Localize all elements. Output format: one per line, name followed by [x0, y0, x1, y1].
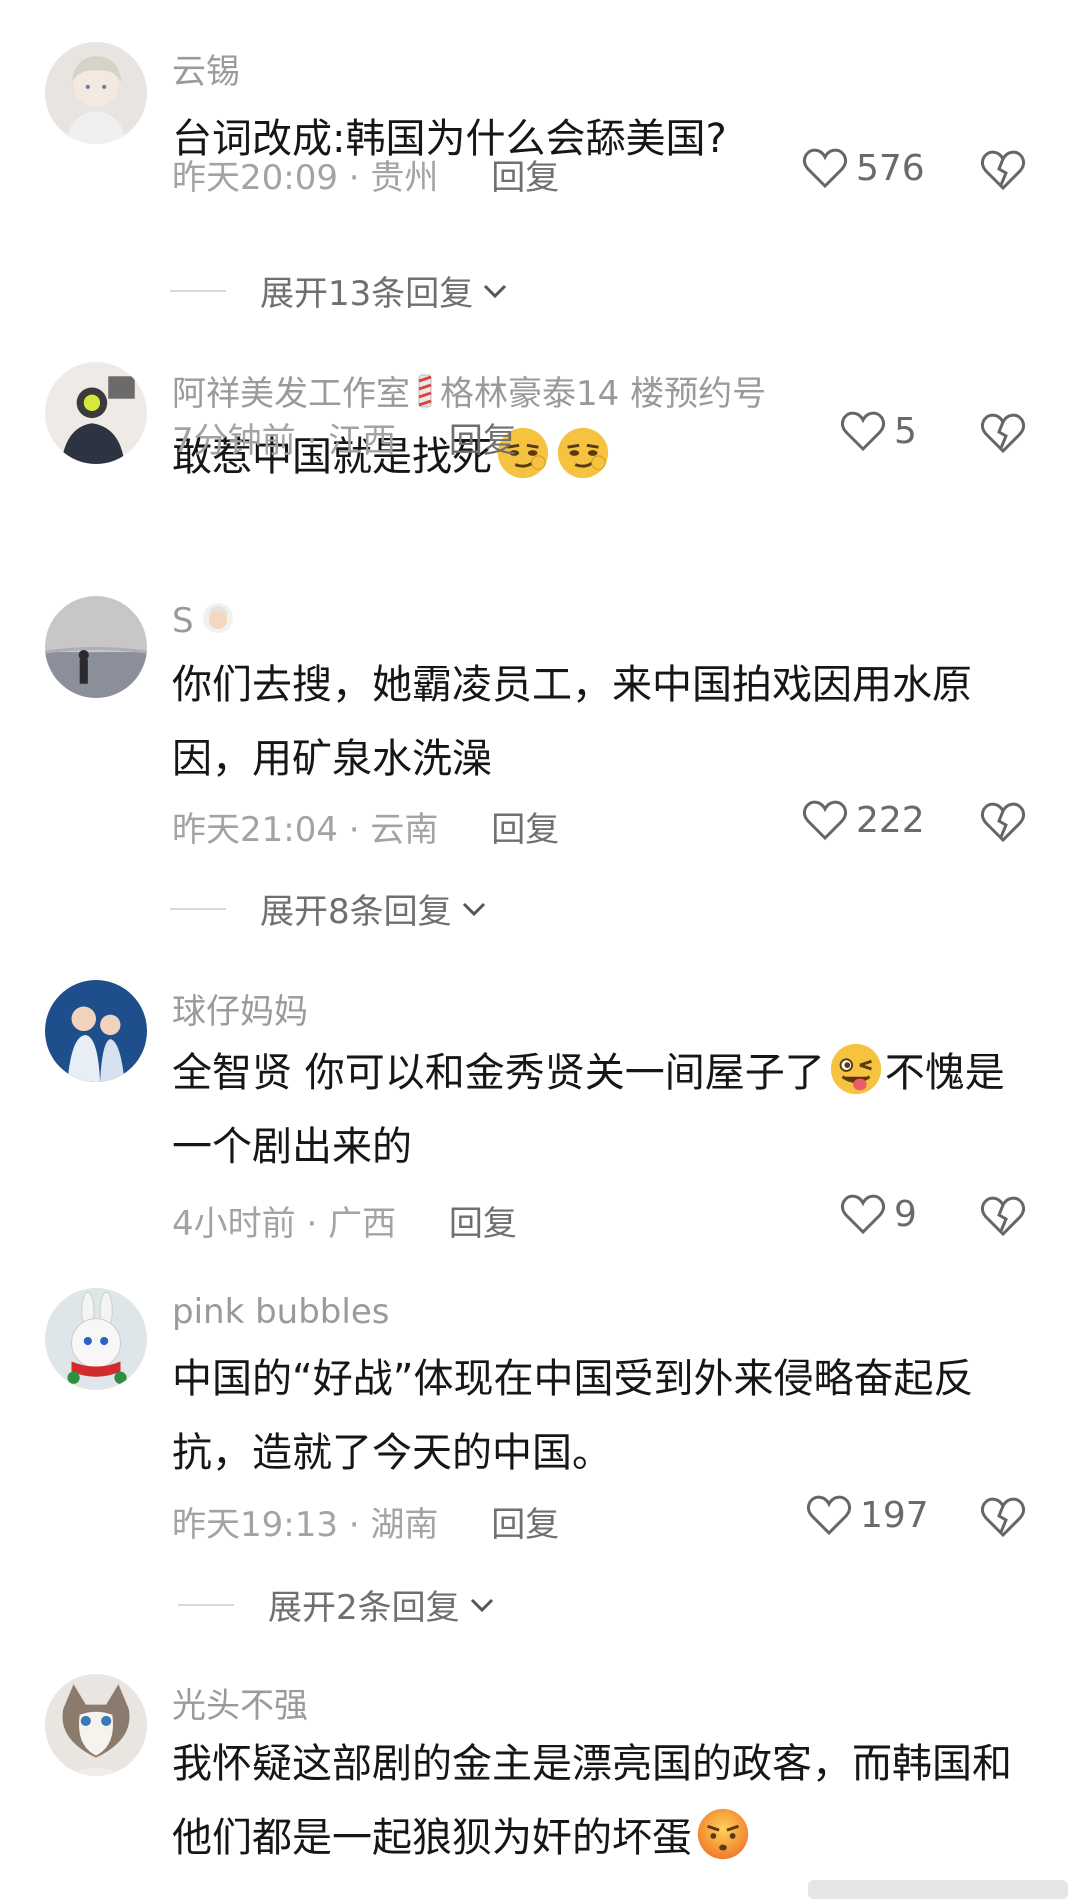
comment-text: 全智贤 你可以和金秀贤关一间屋子了 不愧是一个剧出来的 [172, 1036, 1032, 1184]
reply-button[interactable]: 回复 [491, 1505, 559, 1545]
watermark-overlay [808, 1880, 1068, 1899]
timestamp: 昨天21:04 [172, 810, 338, 850]
heart-icon [840, 1194, 886, 1235]
heart-icon [802, 800, 848, 841]
location: 贵州 [370, 158, 439, 198]
comment-meta: 7分钟前 · 江西 回复 [172, 413, 517, 462]
barber-pole-icon [416, 373, 434, 418]
comment-text: 中国的“好战”体现在中国受到外来侵略奋起反抗，造就了今天的中国。 [172, 1356, 974, 1476]
divider [170, 907, 226, 910]
chevron-down-icon [484, 284, 507, 298]
separator: · [348, 1505, 360, 1545]
expand-label: 展开13条回复 [260, 274, 474, 314]
like-count: 9 [894, 1193, 917, 1235]
like-button[interactable]: 9 [840, 1193, 917, 1235]
divider [178, 1603, 234, 1606]
avatar[interactable] [45, 1288, 147, 1390]
elder-woman-emoji-icon [200, 600, 236, 645]
comment-meta: 昨天21:04 · 云南 回复 [172, 802, 559, 851]
timestamp: 4小时前 [172, 1204, 296, 1244]
like-button[interactable]: 576 [802, 147, 925, 189]
comment-text: 你们去搜，她霸凌员工，来中国拍戏因用水原因，用矿泉水洗澡 [172, 662, 972, 782]
expand-label: 展开8条回复 [260, 892, 452, 932]
username[interactable]: 球仔妈妈 [172, 984, 308, 1033]
expand-label: 展开2条回复 [268, 1588, 460, 1628]
unamused-emoji-icon [697, 1808, 749, 1860]
comment-meta: 昨天20:09 · 贵州 回复 [172, 150, 559, 199]
avatar[interactable] [45, 980, 147, 1082]
like-button[interactable]: 222 [802, 799, 925, 841]
like-count: 222 [856, 799, 925, 841]
reply-button[interactable]: 回复 [449, 421, 517, 461]
avatar[interactable] [45, 362, 147, 464]
broken-heart-icon[interactable] [980, 1496, 1026, 1538]
timestamp: 昨天19:13 [172, 1505, 338, 1545]
like-button[interactable]: 197 [806, 1494, 929, 1536]
avatar[interactable] [45, 1674, 147, 1776]
like-count: 197 [860, 1494, 929, 1536]
separator: · [348, 158, 360, 198]
smirk-emoji-icon [557, 427, 609, 479]
username[interactable]: 光头不强 [172, 1678, 308, 1727]
divider [170, 289, 226, 292]
timestamp: 昨天20:09 [172, 158, 338, 198]
broken-heart-icon[interactable] [980, 149, 1026, 191]
username[interactable]: S [172, 600, 242, 645]
like-count: 5 [894, 410, 917, 452]
timestamp: 7分钟前 [172, 421, 296, 461]
like-button[interactable]: 5 [840, 410, 917, 452]
broken-heart-icon[interactable] [980, 412, 1026, 454]
expand-replies-button[interactable]: 展开2条回复 [178, 1580, 496, 1629]
separator: · [306, 1204, 318, 1244]
reply-button[interactable]: 回复 [449, 1204, 517, 1244]
expand-replies-button[interactable]: 展开8条回复 [170, 884, 488, 933]
broken-heart-icon[interactable] [980, 1195, 1026, 1237]
location: 广西 [328, 1204, 397, 1244]
username[interactable]: pink bubbles [172, 1292, 389, 1332]
heart-icon [802, 148, 848, 189]
comment-text: 我怀疑这部剧的金主是漂亮国的政客，而韩国和他们都是一起狼狈为奸的坏蛋 [172, 1741, 1012, 1861]
broken-heart-icon[interactable] [980, 801, 1026, 843]
heart-icon [840, 411, 886, 452]
location: 云南 [370, 810, 439, 850]
expand-replies-button[interactable]: 展开13条回复 [170, 266, 509, 315]
comment-meta: 4小时前 · 广西 回复 [172, 1196, 517, 1245]
reply-button[interactable]: 回复 [491, 810, 559, 850]
heart-icon [806, 1495, 852, 1536]
chevron-down-icon [470, 1598, 493, 1612]
location: 湖南 [370, 1505, 439, 1545]
avatar[interactable] [45, 596, 147, 698]
separator: · [306, 421, 318, 461]
avatar[interactable] [45, 42, 147, 144]
wink-tongue-emoji-icon [830, 1043, 881, 1095]
reply-button[interactable]: 回复 [491, 158, 559, 198]
chevron-down-icon [462, 902, 485, 916]
username[interactable]: 云锡 [172, 44, 240, 93]
separator: · [348, 810, 360, 850]
like-count: 576 [856, 147, 925, 189]
comment-meta: 昨天19:13 · 湖南 回复 [172, 1497, 559, 1546]
location: 江西 [328, 421, 397, 461]
username[interactable]: 阿祥美发工作室 格林豪泰14 楼预约号 [172, 366, 766, 418]
